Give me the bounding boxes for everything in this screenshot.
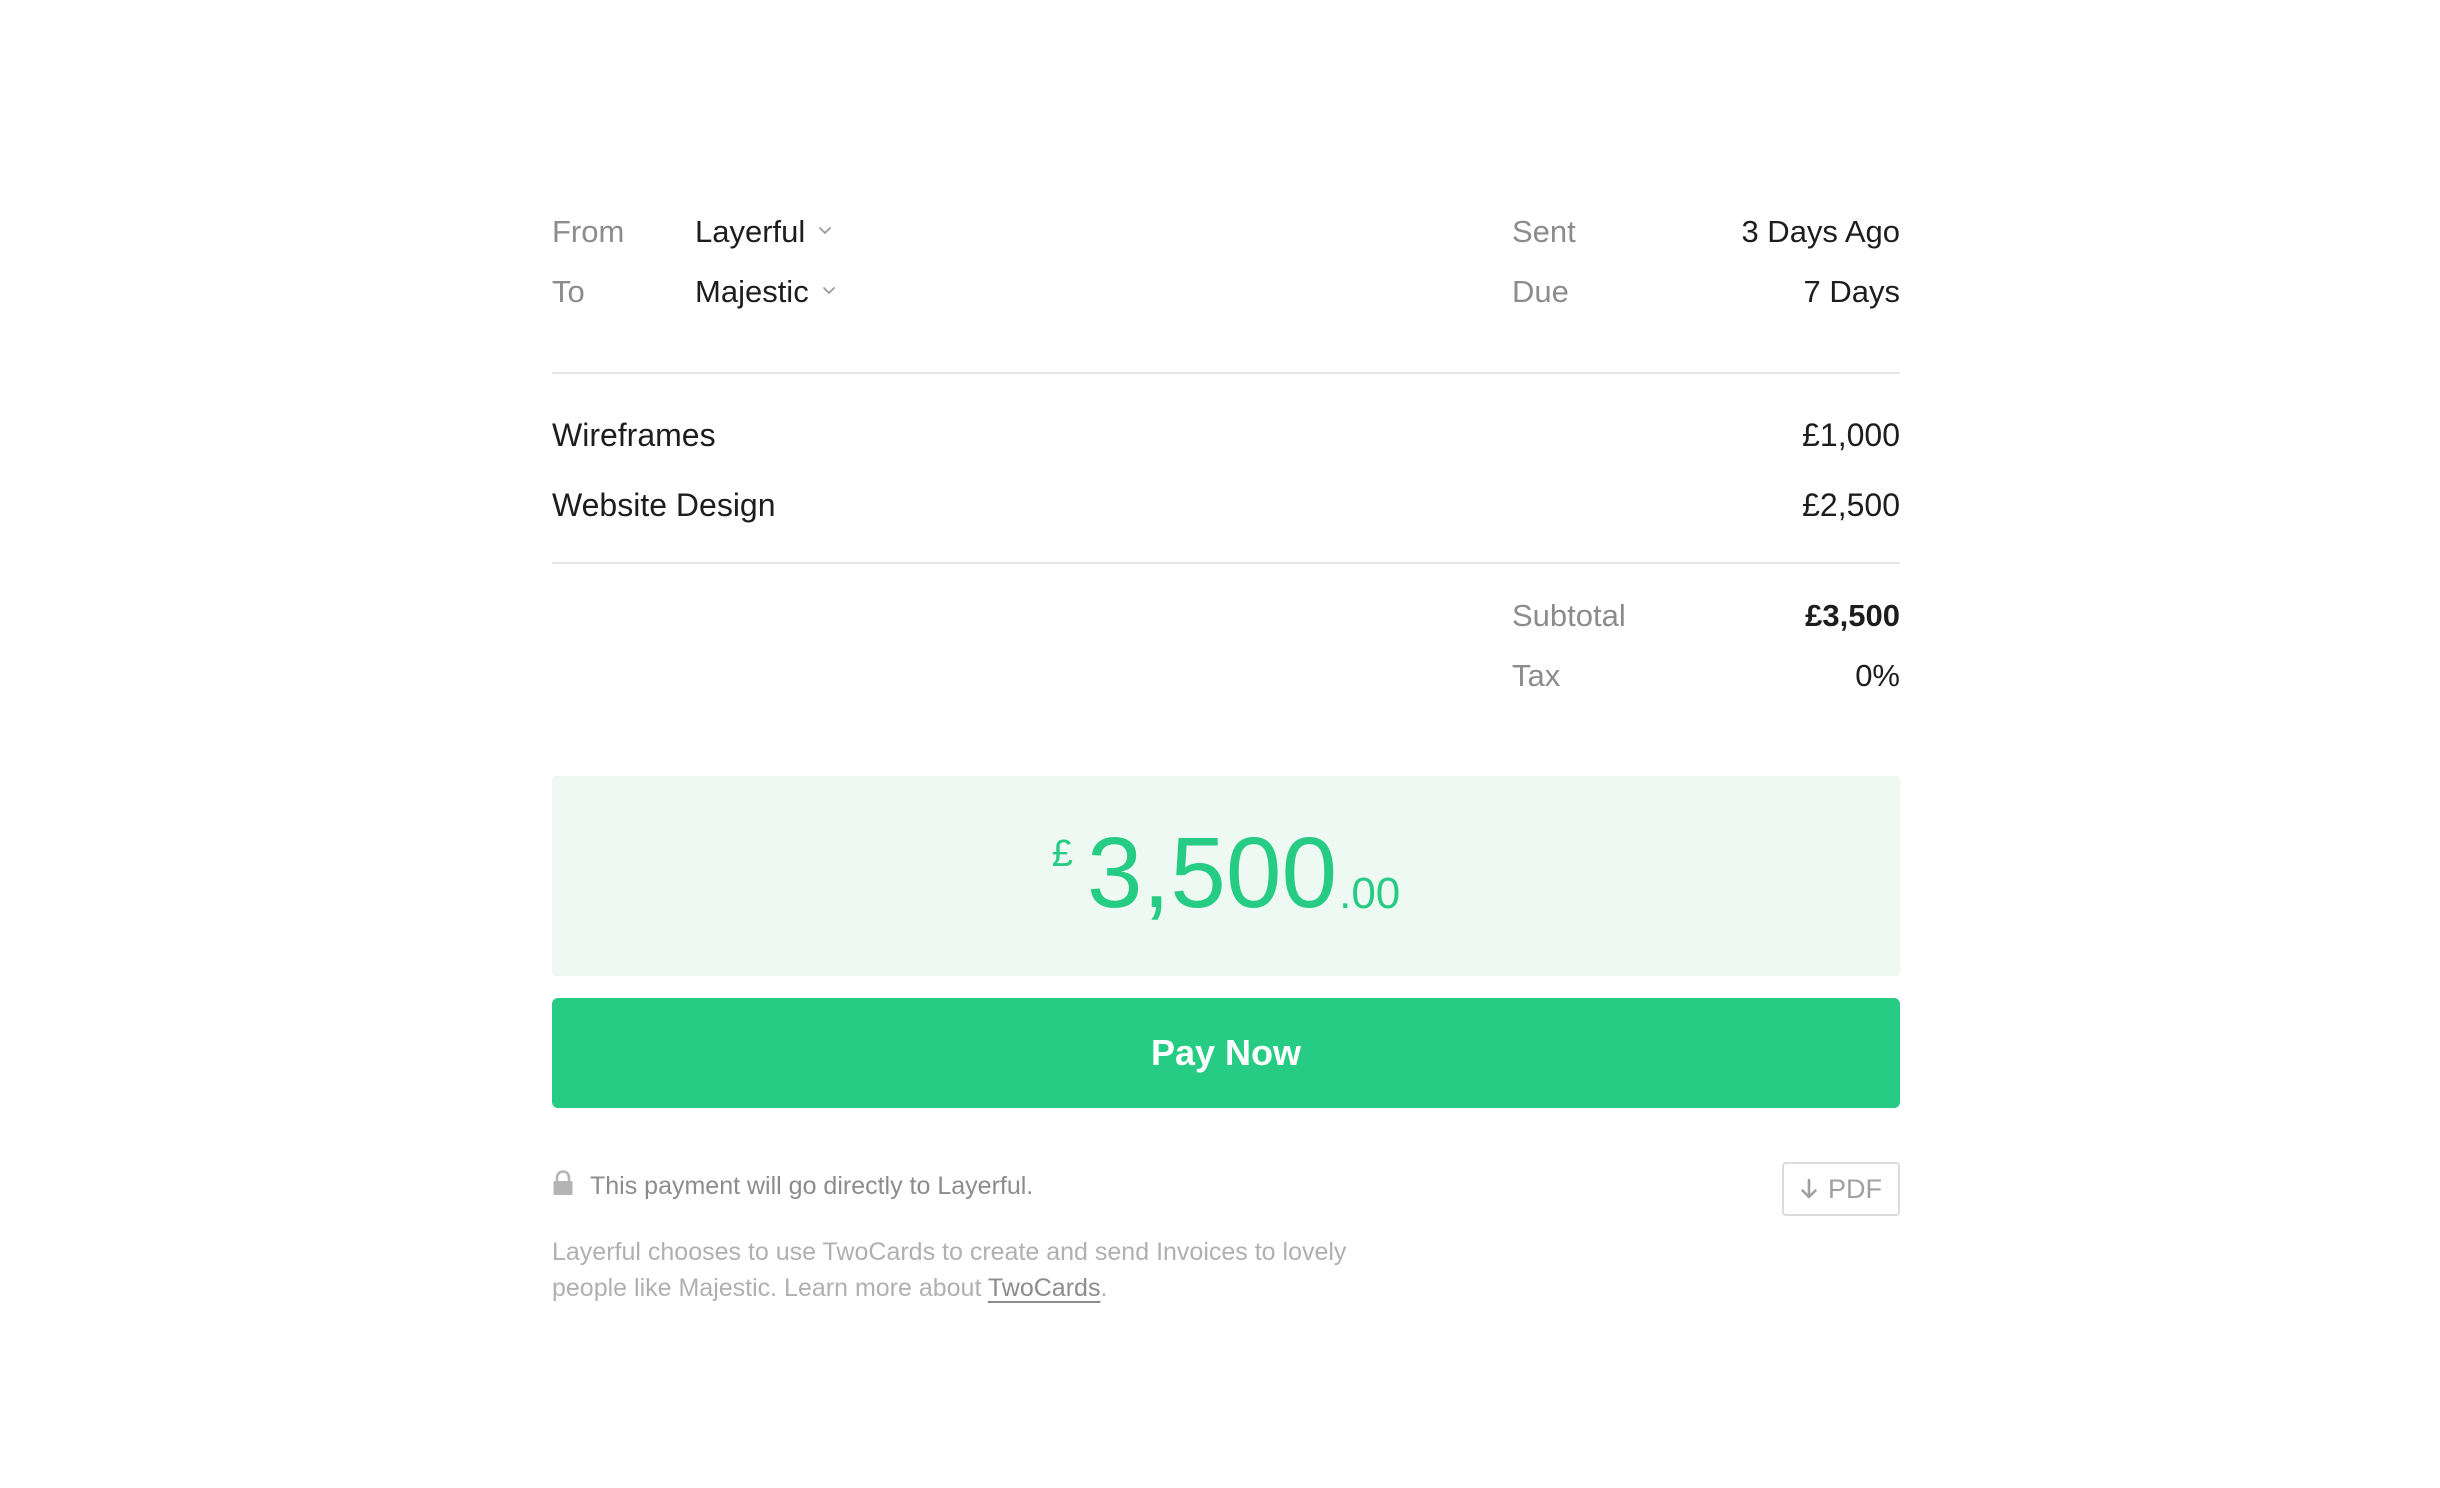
- chevron-down-icon: [822, 287, 835, 294]
- line-item-amount: £1,000: [1802, 417, 1900, 453]
- due-value: 7 Days: [1803, 274, 1900, 309]
- invoice-footer: This payment will go directly to Layerfu…: [552, 1162, 1900, 1328]
- lock-icon: [553, 1170, 573, 1195]
- subtotal-value: £3,500: [1805, 598, 1900, 633]
- sent-label: Sent: [1512, 214, 1576, 249]
- line-items: Wireframes £1,000 Website Design £2,500: [552, 374, 1900, 562]
- twocards-note-text: Layerful chooses to use TwoCards to crea…: [552, 1238, 1347, 1302]
- line-item-description: Website Design: [552, 487, 776, 523]
- due-label: Due: [1512, 274, 1569, 309]
- line-item-description: Wireframes: [552, 417, 716, 453]
- from-value: Layerful: [695, 214, 806, 249]
- download-arrow-icon: [1801, 1178, 1817, 1199]
- total-whole: 3,500: [1086, 817, 1338, 929]
- chevron-down-icon: [819, 227, 832, 234]
- pdf-label: PDF: [1828, 1173, 1882, 1204]
- totals: Subtotal £3,500 Tax 0%: [552, 564, 1900, 776]
- subtotal-row: Subtotal £3,500: [552, 586, 1900, 646]
- from-label: From: [552, 214, 625, 249]
- secure-payment-text: This payment will go directly to Layerfu…: [590, 1171, 1034, 1200]
- to-row: To Majestic Due 7 Days: [552, 262, 1900, 322]
- total-decimal: .00: [1339, 869, 1401, 918]
- subtotal-label: Subtotal: [1512, 598, 1626, 633]
- total-amount: £ 3,500 .00: [1052, 823, 1401, 923]
- to-label: To: [552, 274, 585, 309]
- from-row: From Layerful Sent 3 Days Ago: [552, 202, 1900, 262]
- tax-value: 0%: [1855, 658, 1900, 693]
- twocards-link[interactable]: TwoCards: [988, 1274, 1101, 1302]
- sent-value: 3 Days Ago: [1741, 214, 1900, 249]
- tax-row: Tax 0%: [552, 646, 1900, 706]
- from-selector[interactable]: Layerful: [695, 202, 833, 262]
- total-amount-panel: £ 3,500 .00: [552, 776, 1900, 976]
- line-item: Wireframes £1,000: [552, 400, 1900, 470]
- invoice-meta: From Layerful Sent 3 Days Ago To Majesti…: [552, 192, 1900, 372]
- tax-label: Tax: [1512, 658, 1561, 693]
- invoice-card: From Layerful Sent 3 Days Ago To Majesti…: [552, 192, 1900, 1328]
- to-selector[interactable]: Majestic: [695, 262, 837, 322]
- pay-now-button[interactable]: Pay Now: [552, 998, 1900, 1108]
- twocards-note-end: .: [1100, 1274, 1108, 1302]
- line-item: Website Design £2,500: [552, 470, 1900, 540]
- to-value: Majestic: [695, 274, 809, 309]
- download-pdf-button[interactable]: PDF: [1782, 1162, 1900, 1216]
- currency-symbol: £: [1051, 833, 1073, 875]
- secure-payment-note: This payment will go directly to Layerfu…: [552, 1168, 1033, 1204]
- twocards-note: Layerful chooses to use TwoCards to crea…: [552, 1234, 1352, 1306]
- line-item-amount: £2,500: [1802, 487, 1900, 523]
